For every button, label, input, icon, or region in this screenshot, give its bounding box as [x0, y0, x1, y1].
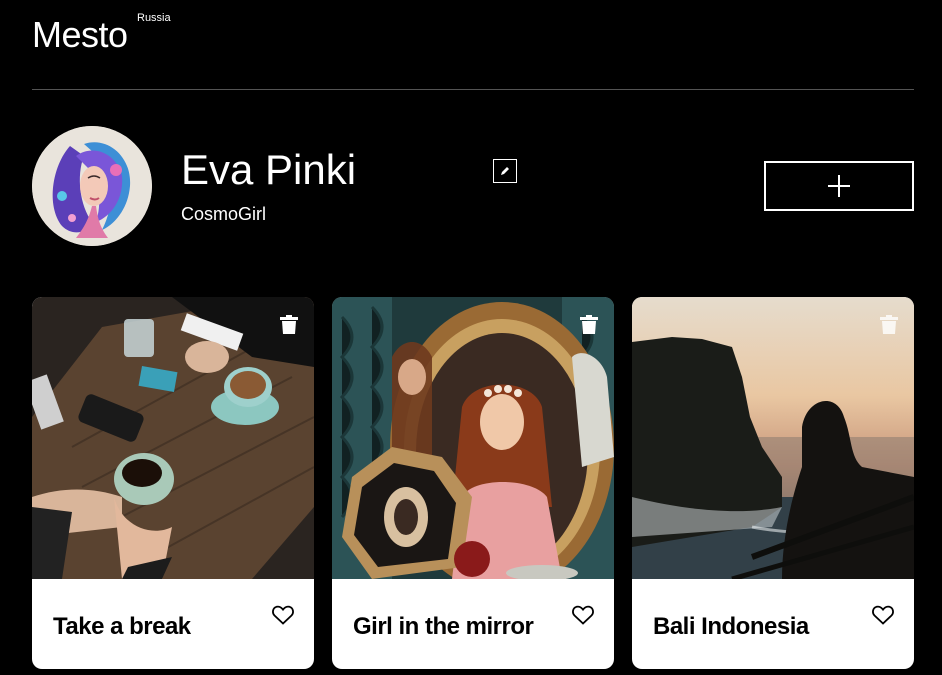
- heart-icon: [572, 605, 594, 625]
- add-card-button[interactable]: [764, 161, 914, 211]
- card: Girl in the mirror: [332, 297, 614, 669]
- card: Bali Indonesia: [632, 297, 914, 669]
- heart-icon: [872, 605, 894, 625]
- trash-icon: [280, 315, 298, 334]
- edit-profile-button[interactable]: [493, 159, 517, 183]
- trash-icon: [580, 315, 598, 334]
- card-image[interactable]: [632, 297, 914, 579]
- like-button[interactable]: [872, 605, 894, 625]
- card-title: Bali Indonesia: [653, 613, 809, 640]
- profile: Eva Pinki CosmoGirl: [32, 126, 914, 246]
- heart-icon: [272, 605, 294, 625]
- like-button[interactable]: [272, 605, 294, 625]
- delete-card-button[interactable]: [280, 315, 298, 334]
- card-title: Girl in the mirror: [353, 613, 534, 640]
- avatar[interactable]: [32, 126, 152, 246]
- card-image[interactable]: [32, 297, 314, 579]
- logo-subtitle: Russia: [137, 12, 171, 24]
- trash-icon: [880, 315, 898, 334]
- delete-card-button[interactable]: [580, 315, 598, 334]
- profile-name: Eva Pinki: [181, 146, 357, 193]
- plus-icon: [828, 175, 850, 197]
- card: Take a break: [32, 297, 314, 669]
- like-button[interactable]: [572, 605, 594, 625]
- logo: Mesto: [32, 14, 128, 55]
- profile-about: CosmoGirl: [181, 204, 267, 224]
- card-image[interactable]: [332, 297, 614, 579]
- delete-card-button[interactable]: [880, 315, 898, 334]
- site-header: Mesto Russia: [32, 0, 914, 90]
- pencil-icon: [501, 167, 509, 175]
- card-title: Take a break: [53, 613, 191, 640]
